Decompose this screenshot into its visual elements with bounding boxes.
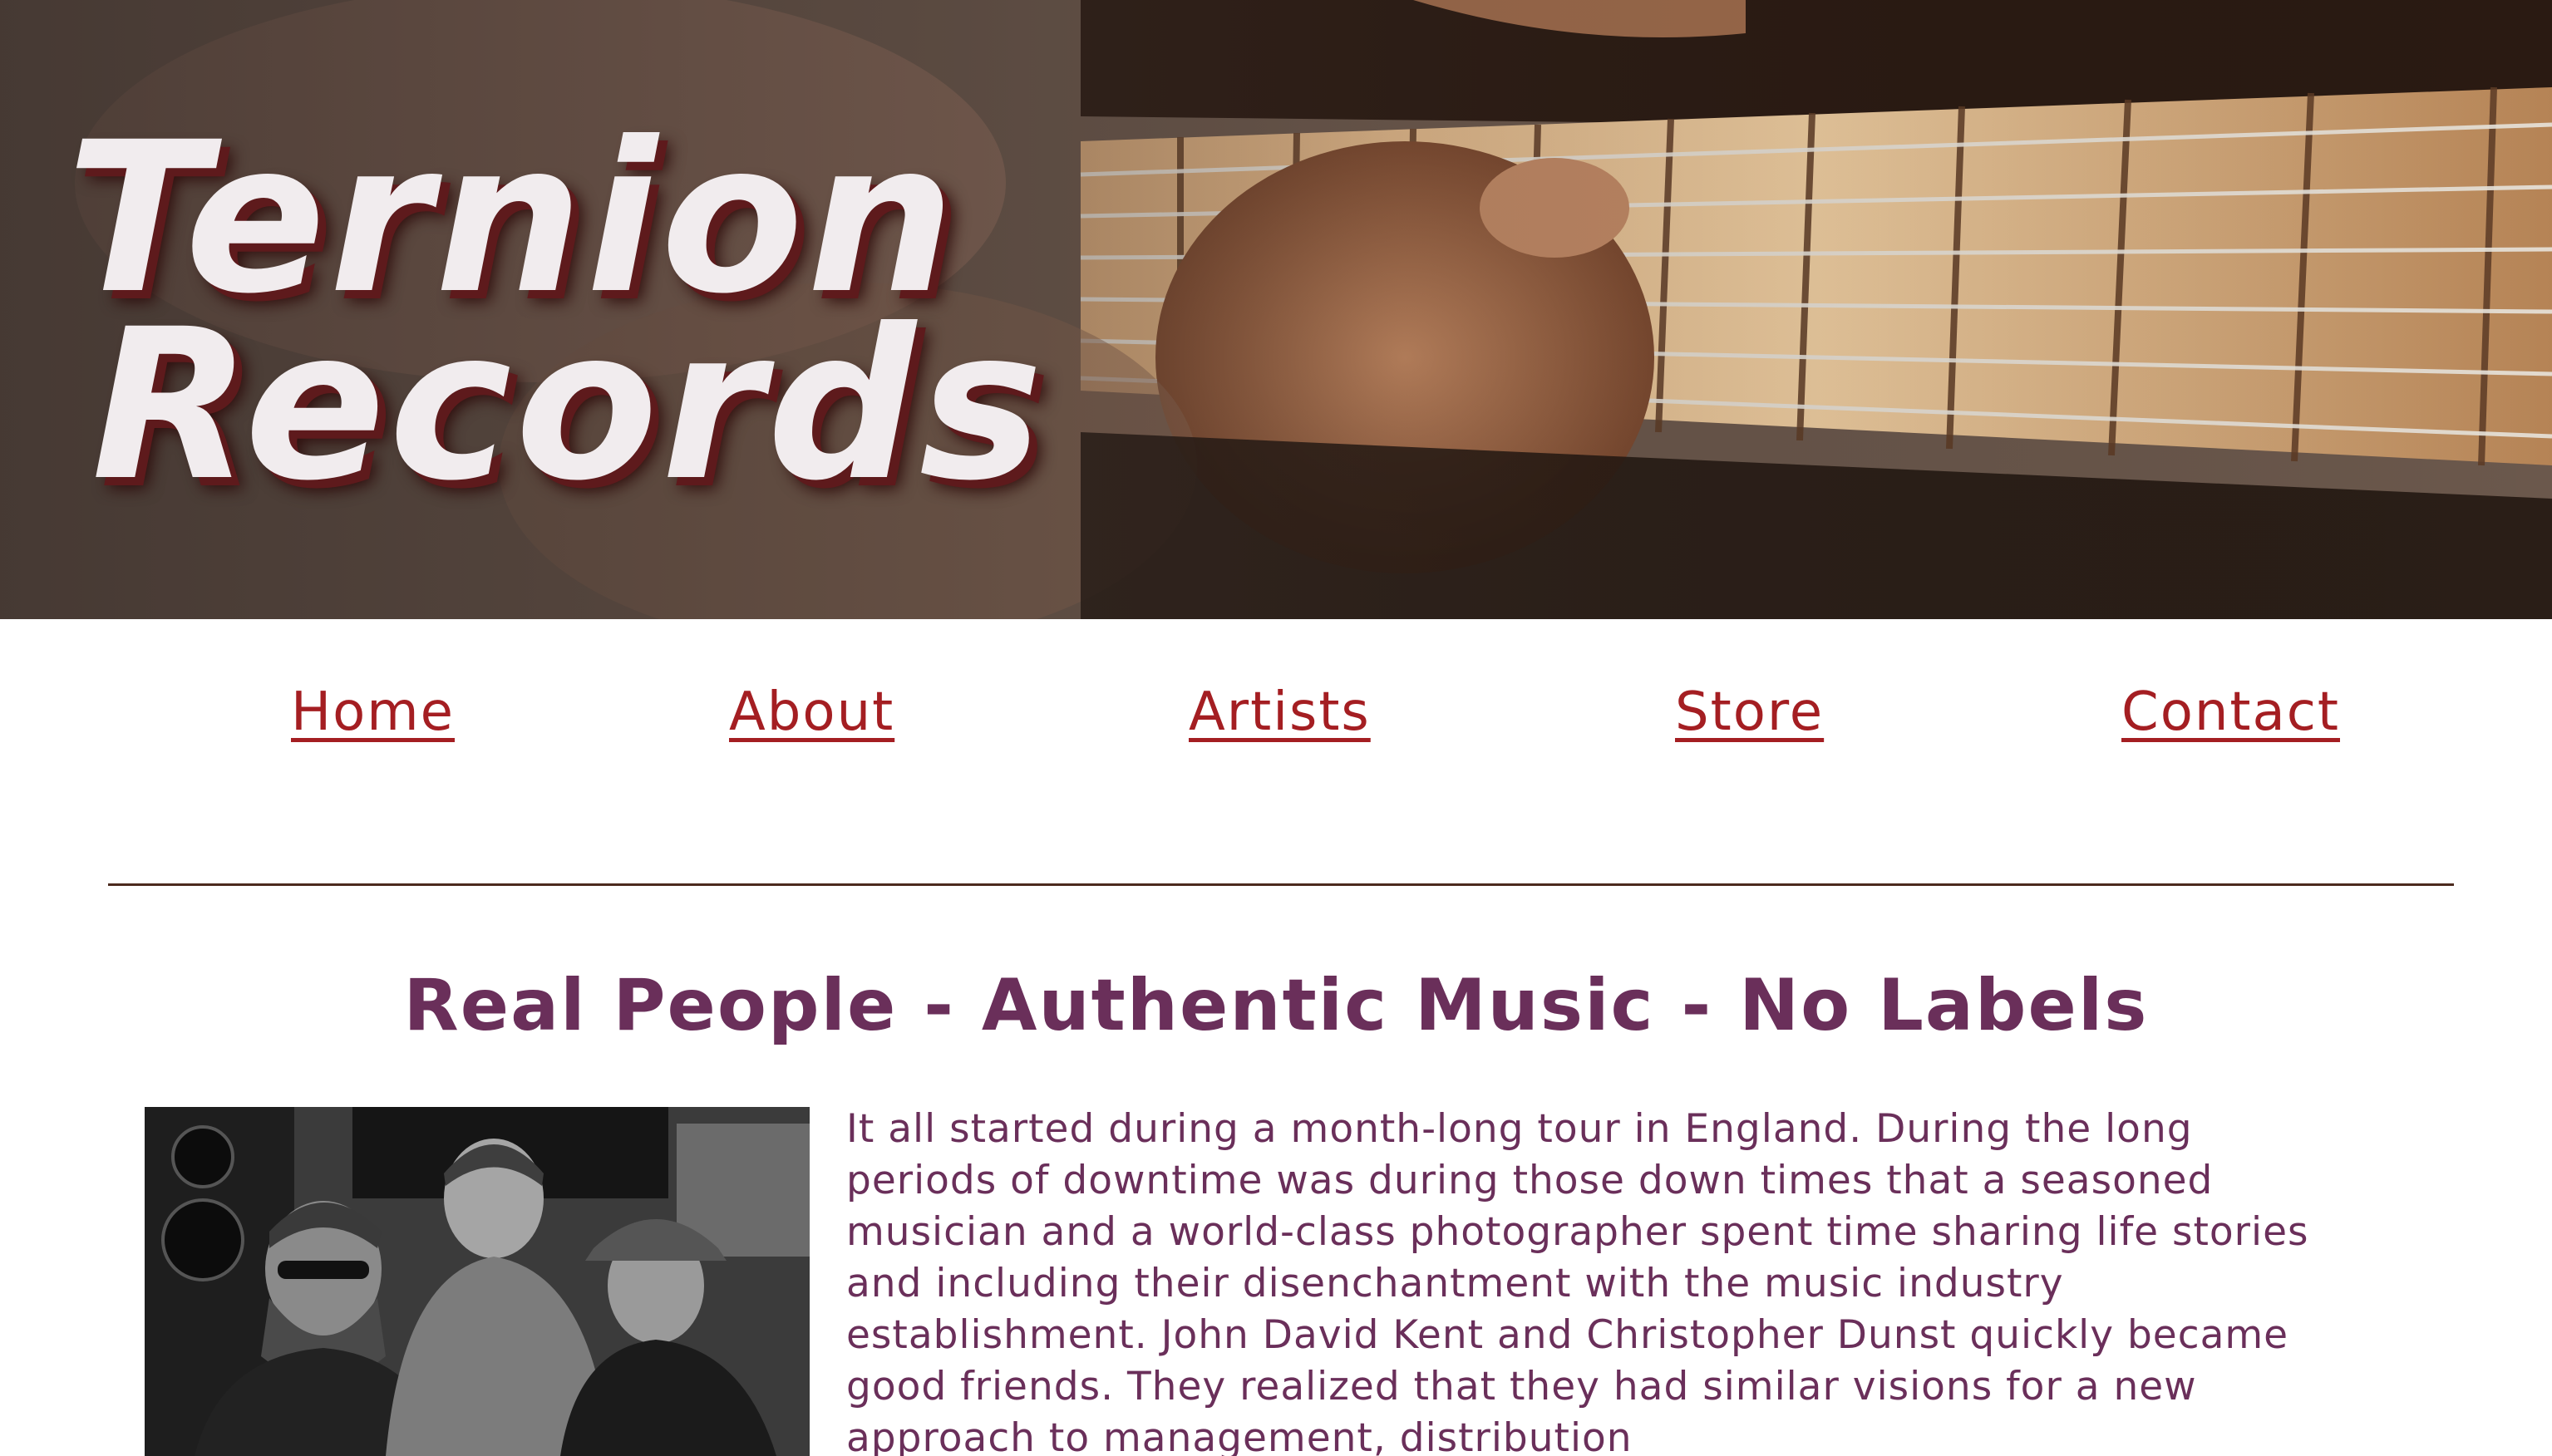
nav-about-link[interactable]: About [729, 681, 894, 743]
intro-paragraph: It all started during a month-long tour … [846, 1106, 2309, 1456]
section-divider [108, 883, 2454, 886]
main-navigation: Home About Artists Store Contact [0, 681, 2552, 756]
nav-home-link[interactable]: Home [291, 681, 455, 743]
brand-line-2: Records [91, 284, 1047, 526]
three-men-studio-image [145, 1107, 810, 1456]
page-heading: Real People - Authentic Music - No Label… [403, 964, 2149, 1047]
nav-contact-link[interactable]: Contact [2121, 681, 2340, 743]
brand-logo-title: Ternion Records [67, 115, 1047, 526]
band-photo [145, 1107, 810, 1456]
nav-store-link[interactable]: Store [1675, 681, 1824, 743]
nav-artists-link[interactable]: Artists [1189, 681, 1371, 743]
hero-banner: Ternion Records [0, 0, 2552, 619]
